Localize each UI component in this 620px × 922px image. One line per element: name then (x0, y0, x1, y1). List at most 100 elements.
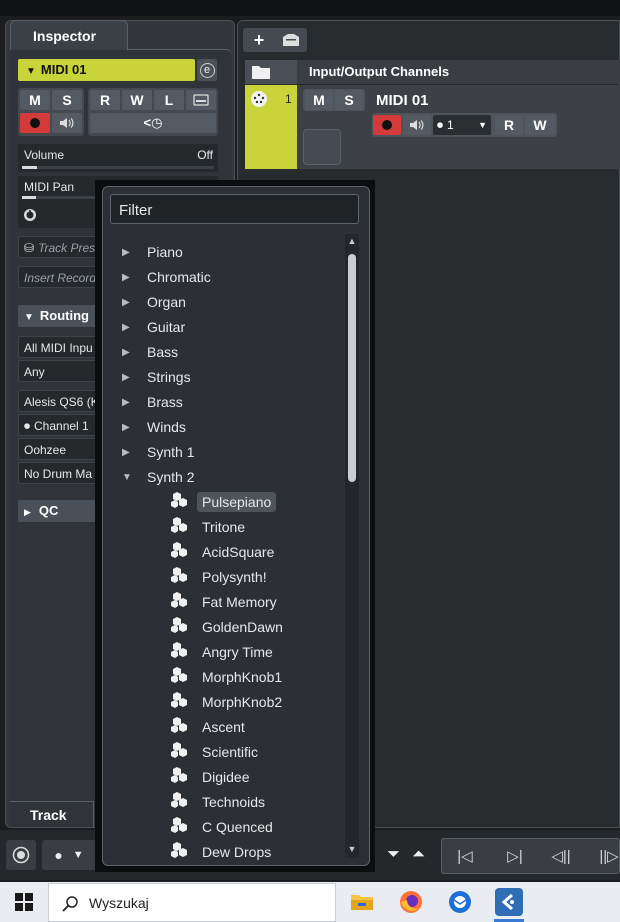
preset-item[interactable]: MorphKnob1 (168, 666, 287, 688)
record-dot-icon (382, 120, 392, 130)
power-icon[interactable] (23, 208, 37, 222)
preset-item[interactable]: C Quenced (168, 816, 278, 838)
category-item[interactable]: ▶ Chromatic (122, 266, 211, 288)
inspector-lanes-button[interactable]: L (154, 90, 184, 110)
category-item[interactable]: ▼ Synth 2 (122, 466, 194, 488)
inspector-mute-solo-group: M S (18, 88, 84, 136)
track-color-strip: 1 (245, 85, 297, 169)
add-track-button[interactable]: + (245, 30, 273, 50)
category-item[interactable]: ▶ Brass (122, 391, 183, 413)
scroll-down-icon[interactable]: ▼ (345, 842, 359, 856)
preset-hexagon-icon (168, 741, 197, 763)
inspector-time-base-button[interactable]: <◷ (90, 113, 216, 133)
filter-input[interactable]: Filter (110, 194, 359, 224)
inspector-tab[interactable]: Inspector (10, 20, 128, 50)
category-item[interactable]: ▶ Synth 1 (122, 441, 194, 463)
inspector-editor-button[interactable] (186, 90, 216, 110)
inspector-mute-button[interactable]: M (20, 90, 50, 110)
preset-hexagon-icon (168, 616, 197, 638)
preset-label: Scientific (202, 744, 259, 760)
track-channel-value: 1 (447, 118, 454, 132)
midi-track-row[interactable]: 1 M S MIDI 01 ⏺ 1 ▼ R W (245, 85, 620, 169)
preset-item[interactable]: MorphKnob2 (168, 691, 287, 713)
scrollbar-thumb[interactable] (348, 254, 356, 482)
marker-buttons[interactable]: ⏷ ⏶ (376, 840, 436, 870)
track-tab[interactable]: Track (10, 801, 94, 827)
speaker-icon (410, 120, 424, 130)
category-item[interactable]: ▶ Organ (122, 291, 186, 313)
inspector-write-button[interactable]: W (122, 90, 152, 110)
track-preset-icon (283, 34, 299, 46)
inspector-monitor-button[interactable] (52, 113, 82, 133)
preset-label: Tritone (202, 519, 246, 535)
inspector-read-button[interactable]: R (90, 90, 120, 110)
track-solo-button[interactable]: S (335, 90, 363, 110)
folder-icon (351, 895, 373, 910)
edit-e-icon: e (199, 62, 215, 78)
track-preset-placeholder: Track Pres (38, 241, 96, 255)
inspector-record-button[interactable] (20, 113, 50, 133)
preset-item[interactable]: Technoids (168, 791, 270, 813)
go-to-start-button[interactable]: |◁ (452, 845, 478, 867)
track-monitor-button[interactable] (403, 115, 431, 135)
preset-item[interactable]: Fat Memory (168, 591, 282, 613)
midi-port-icon (251, 91, 267, 107)
add-track-using-preset-button[interactable] (277, 30, 305, 50)
track-controls: ⏺ 1 ▼ R W (372, 113, 557, 137)
go-to-end-button[interactable]: ▷| (502, 845, 528, 867)
track-read-button[interactable]: R (495, 115, 523, 135)
sync-button[interactable] (6, 840, 36, 870)
preset-item[interactable]: GoldenDawn (168, 616, 288, 638)
preset-hexagon-icon (168, 791, 197, 813)
record-dot-icon (30, 118, 40, 128)
preset-item[interactable]: AcidSquare (168, 541, 279, 563)
thunderbird-app[interactable] (446, 888, 474, 916)
preset-item[interactable]: Pulsepiano (168, 491, 277, 513)
collapsed-arrow-icon: ▶ (122, 246, 130, 258)
rewind-icon: ◁|| (551, 848, 571, 865)
track-empty-slot[interactable] (303, 129, 341, 165)
preset-item[interactable]: Ascent (168, 716, 250, 738)
collapsed-arrow-icon: ▶ (122, 271, 130, 283)
track-write-button[interactable]: W (525, 115, 555, 135)
track-record-button[interactable] (373, 115, 401, 135)
category-item[interactable]: ▶ Piano (122, 241, 183, 263)
qc-label: QC (38, 503, 59, 518)
scroll-up-icon[interactable]: ▲ (345, 234, 359, 248)
preset-item[interactable]: Digidee (168, 766, 254, 788)
track-name[interactable]: MIDI 01 (376, 92, 429, 109)
category-item[interactable]: ▶ Strings (122, 366, 191, 388)
program-list-scrollbar[interactable]: ▲ ▼ (345, 234, 359, 858)
edit-instrument-button[interactable]: e (197, 59, 217, 81)
program-list: ▶ Piano ▶ Chromatic ▶ Organ ▶ Guitar ▶ Bass ▶ Strin… (110, 240, 342, 860)
rewind-button[interactable]: ◁|| (548, 845, 574, 867)
track-mute-button[interactable]: M (305, 90, 333, 110)
inspector-solo-button[interactable]: S (52, 90, 82, 110)
preset-label: AcidSquare (202, 544, 275, 560)
category-label: Organ (147, 294, 186, 310)
category-item[interactable]: ▶ Winds (122, 416, 186, 438)
folder-track-title: Input/Output Channels (309, 64, 450, 79)
file-explorer-app[interactable] (348, 888, 376, 916)
preset-item[interactable]: Scientific (168, 741, 263, 763)
track-channel-select[interactable]: ⏺ 1 ▼ (433, 115, 491, 135)
preset-item[interactable]: Tritone (168, 516, 250, 538)
record-mode-select[interactable]: ● ▼ (42, 840, 96, 870)
windows-icon (15, 893, 33, 911)
forward-button[interactable]: ||▷ (596, 845, 620, 867)
preset-item[interactable]: Angry Time (168, 641, 278, 663)
preset-label: Digidee (202, 769, 250, 785)
cubase-app[interactable] (495, 888, 523, 916)
firefox-app[interactable] (397, 888, 425, 916)
taskbar-search-box[interactable]: Wyszukaj (48, 883, 336, 922)
volume-slider[interactable]: Volume Off (18, 144, 218, 172)
preset-label: Polysynth! (202, 569, 267, 585)
category-item[interactable]: ▶ Guitar (122, 316, 185, 338)
category-item[interactable]: ▶ Bass (122, 341, 178, 363)
inspector-track-name[interactable]: ▼ MIDI 01 (18, 59, 195, 81)
category-label: Brass (147, 394, 183, 410)
preset-item[interactable]: Polysynth! (168, 566, 272, 588)
folder-track-row[interactable]: Input/Output Channels (245, 60, 620, 84)
preset-item[interactable]: Dew Drops (168, 841, 276, 860)
start-button[interactable] (10, 888, 38, 916)
